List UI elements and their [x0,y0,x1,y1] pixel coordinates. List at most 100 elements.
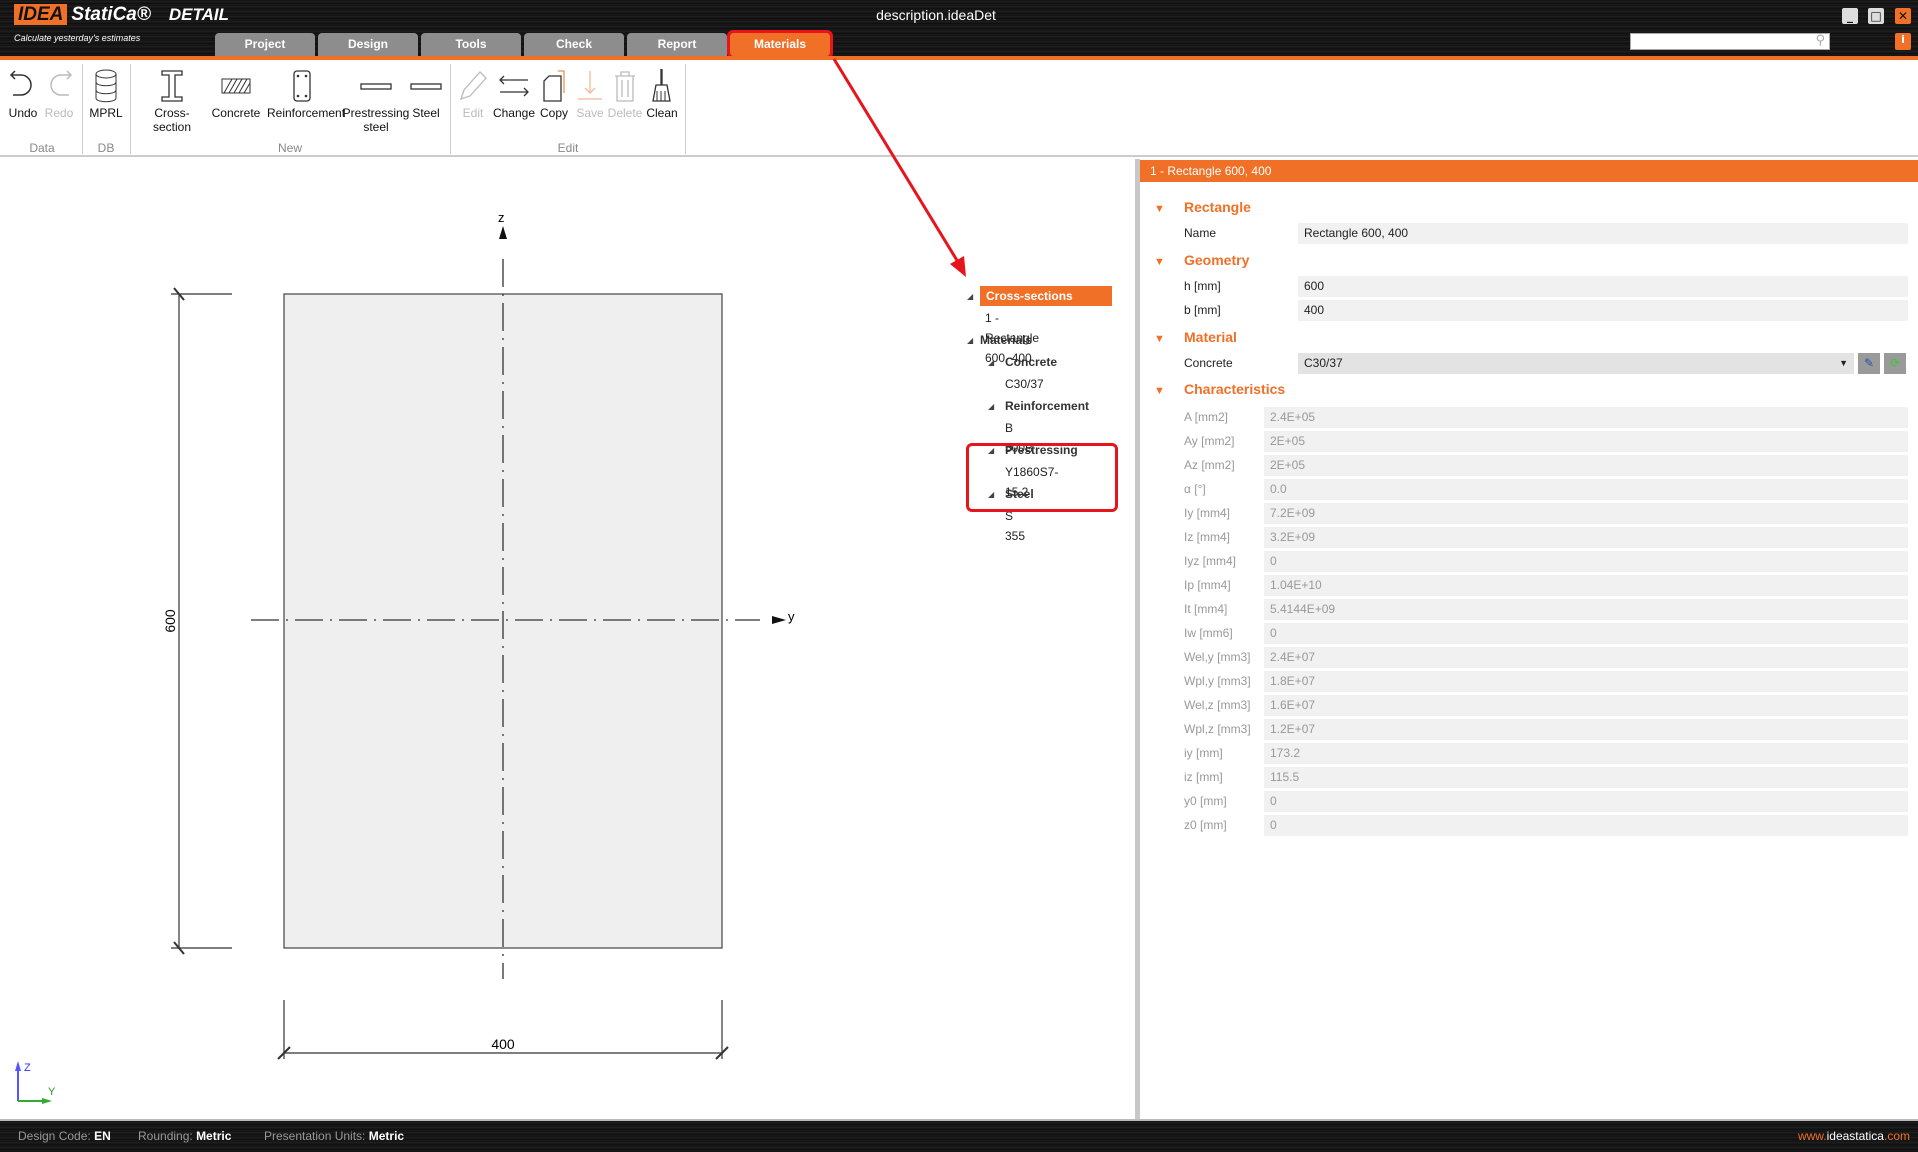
characteristic-row: iz [mm] 115.5 [1184,767,1908,789]
app-logo: IDEA StatiCa® DETAIL [14,4,229,26]
rounding-status: Rounding: Metric [138,1129,232,1143]
tree-item[interactable]: Concrete [1005,352,1057,372]
characteristic-value: 5.4144E+09 [1264,599,1908,620]
characteristic-label: Wpl,z [mm3] [1184,722,1251,736]
axis-triad-icon: Z Y [15,1061,56,1104]
tree-item[interactable]: B 500B [1005,418,1033,455]
clean-button[interactable]: Clean [627,66,697,120]
group-label-new: New [277,141,302,155]
group-label-db: DB [97,141,115,155]
characteristic-row: It [mm4] 5.4144E+09 [1184,599,1908,621]
characteristic-value: 1.8E+07 [1264,671,1908,692]
highlight-box [966,443,1118,512]
characteristic-value: 3.2E+09 [1264,527,1908,548]
minimize-button[interactable]: _ [1842,8,1858,24]
h-field[interactable]: 600 [1298,276,1908,297]
website-link[interactable]: www.ideastatica.com [1798,1121,1910,1151]
name-field[interactable]: Rectangle 600, 400 [1298,223,1908,244]
tree-item[interactable]: 1 - Rectangle 600, 400 [985,308,1039,365]
height-dimension [171,287,232,955]
panel-header: 1 - Rectangle 600, 400 [1140,160,1918,182]
close-button[interactable]: ✕ [1895,8,1911,24]
section-characteristics[interactable]: ▼ Characteristics [1154,381,1285,397]
expand-triangle-icon[interactable]: ◢ [967,292,973,301]
characteristic-row: Az [mm2] 2E+05 [1184,455,1908,477]
characteristic-value: 0 [1264,791,1908,812]
drawing-canvas[interactable]: z y 600 400 Z Y Cross-sections ◢ 1 - Recta… [0,58,1135,1119]
characteristic-label: Iw [mm6] [1184,626,1233,640]
characteristic-row: z0 [mm] 0 [1184,815,1908,837]
tree-item[interactable]: Cross-sections [980,286,1112,306]
tab-design[interactable]: Design [318,33,418,56]
section-rectangle[interactable]: ▼ Rectangle [1154,199,1251,215]
concrete-select[interactable]: C30/37 ▼ [1298,353,1854,374]
expand-triangle-icon[interactable]: ◢ [988,402,994,411]
section-material[interactable]: ▼ Material [1154,329,1237,345]
tab-check[interactable]: Check [524,33,624,56]
tree-item[interactable]: C30/37 [1005,374,1044,394]
svg-text:Y: Y [48,1086,56,1098]
characteristic-row: iy [mm] 173.2 [1184,743,1908,765]
refresh-material-button[interactable]: ⟳ [1884,353,1906,374]
svg-text:Z: Z [24,1062,31,1074]
tree-item[interactable]: Materials [980,330,1032,350]
characteristic-value: 0.0 [1264,479,1908,500]
group-label-edit: Edit [557,141,579,155]
design-code-status: Design Code: EN [18,1129,111,1143]
tab-project[interactable]: Project [215,33,315,56]
concrete-row: Concrete C30/37 ▼ ✎ ⟳ [1184,353,1908,375]
tab-report[interactable]: Report [627,33,727,56]
characteristic-label: Wel,y [mm3] [1184,650,1251,664]
characteristic-value: 0 [1264,815,1908,836]
b-field[interactable]: 400 [1298,300,1908,321]
tree-item[interactable]: Reinforcement [1005,396,1089,416]
button-label: Cross-section [152,106,192,134]
tab-tools[interactable]: Tools [421,33,521,56]
expand-triangle-icon[interactable]: ◢ [988,358,994,367]
characteristic-row: Wpl,z [mm3] 1.2E+07 [1184,719,1908,741]
button-label: Reinforcement [267,106,346,120]
collapse-icon: ▼ [1154,385,1165,397]
search-icon: ⚲ [1815,33,1825,48]
collapse-icon: ▼ [1154,256,1165,268]
characteristic-row: Iz [mm4] 3.2E+09 [1184,527,1908,549]
reinforcement-button[interactable]: Reinforcement [267,66,346,120]
height-dimension-label: 600 [162,609,178,633]
group-divider [685,64,686,154]
info-button[interactable]: i [1895,33,1911,50]
expand-triangle-icon[interactable]: ◢ [967,336,973,345]
characteristic-value: 115.5 [1264,767,1908,788]
characteristic-value: 173.2 [1264,743,1908,764]
characteristic-row: Ay [mm2] 2E+05 [1184,431,1908,453]
title-bar: IDEA StatiCa® DETAIL Calculate yesterday's… [0,0,1918,59]
characteristic-label: Wpl,y [mm3] [1184,674,1251,688]
maximize-button[interactable]: □ [1868,8,1884,24]
hatched-rect-icon [201,66,271,106]
characteristic-row: Wpl,y [mm3] 1.8E+07 [1184,671,1908,693]
cross-section-button[interactable]: Cross-section [137,66,207,134]
y-axis-label: y [788,609,795,624]
characteristic-row: Iy [mm4] 7.2E+09 [1184,503,1908,525]
h-row: h [mm] 600 [1184,276,1908,298]
z-axis-arrow [499,226,507,239]
product-name: DETAIL [168,5,229,24]
characteristic-value: 2.4E+05 [1264,407,1908,428]
characteristic-value: 1.2E+07 [1264,719,1908,740]
search-input[interactable]: ⚲ [1630,33,1830,50]
y-axis-arrow [772,616,786,624]
button-label: Clean [646,106,678,120]
characteristic-label: Iz [mm4] [1184,530,1231,544]
characteristic-value: 7.2E+09 [1264,503,1908,524]
characteristic-row: Iyz [mm4] 0 [1184,551,1908,573]
characteristic-value: 2.4E+07 [1264,647,1908,668]
edit-material-button[interactable]: ✎ [1858,353,1880,374]
broom-icon [627,66,697,106]
button-label: Concrete [211,106,261,120]
characteristic-label: iz [mm] [1184,770,1223,784]
tab-materials[interactable]: Materials [727,30,833,59]
characteristic-row: α [°] 0.0 [1184,479,1908,501]
characteristic-label: A [mm2] [1184,410,1229,424]
units-status: Presentation Units: Metric [264,1129,405,1143]
section-geometry[interactable]: ▼ Geometry [1154,252,1249,268]
concrete-button[interactable]: Concrete [201,66,271,120]
